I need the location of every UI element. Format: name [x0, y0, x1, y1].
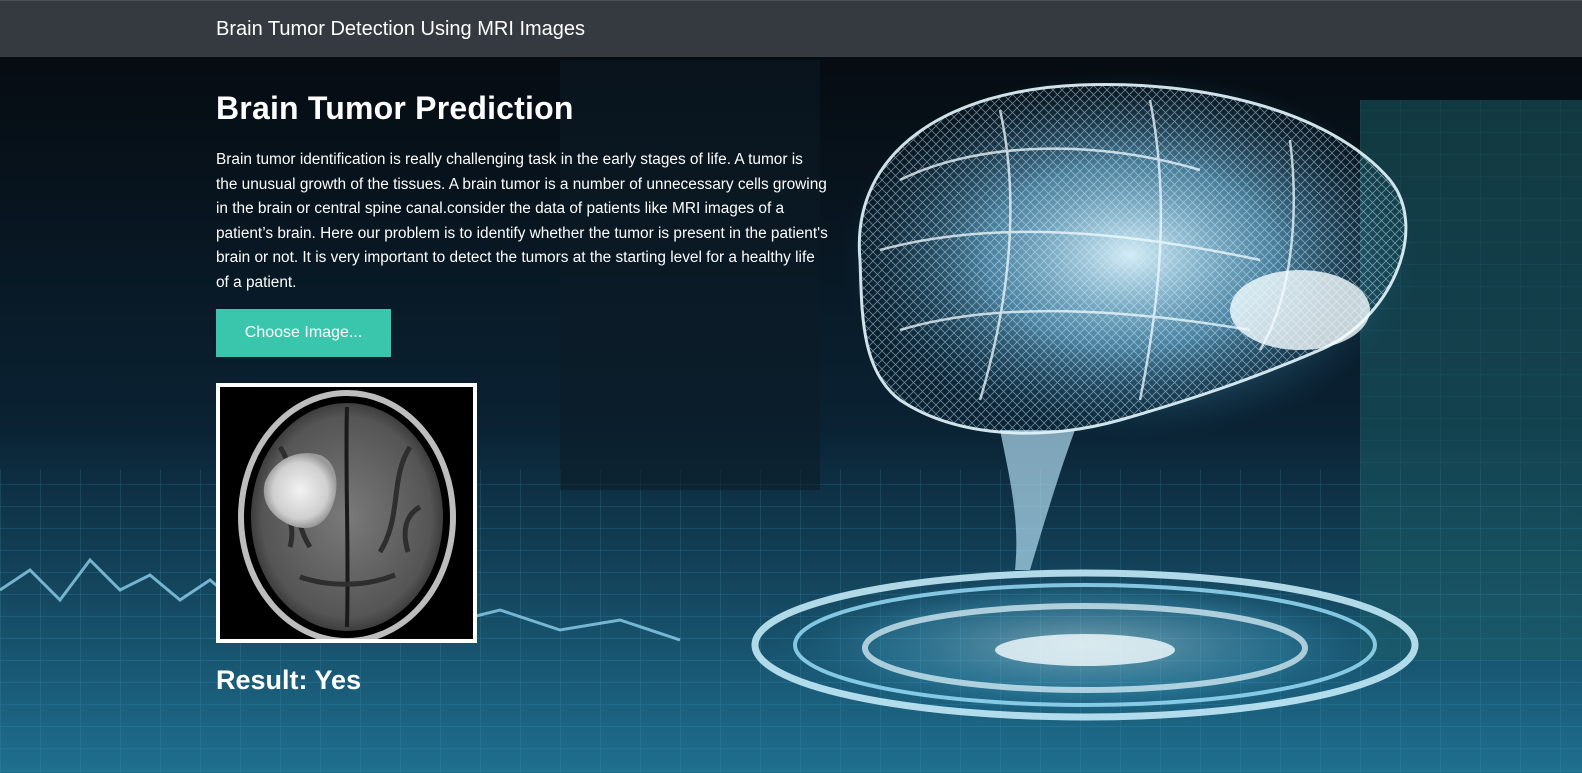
- navbar-brand-link[interactable]: Brain Tumor Detection Using MRI Images: [216, 18, 585, 41]
- mri-scan-image: [220, 387, 473, 639]
- uploaded-image-preview: [216, 383, 477, 643]
- top-navbar: Brain Tumor Detection Using MRI Images: [0, 0, 1582, 57]
- page-title: Brain Tumor Prediction: [216, 90, 574, 126]
- main-content: Brain Tumor Prediction Brain tumor ident…: [216, 90, 836, 695]
- choose-image-label: Choose Image...: [244, 324, 363, 341]
- result-text: Result: Yes: [216, 665, 361, 696]
- description-text: Brain tumor identification is really cha…: [216, 151, 828, 291]
- choose-image-button[interactable]: Choose Image...: [216, 309, 391, 357]
- app-window: Brain Tumor Detection Using MRI Images B…: [0, 0, 1582, 773]
- result-label: Result:: [216, 665, 308, 695]
- result-value: Yes: [314, 665, 362, 695]
